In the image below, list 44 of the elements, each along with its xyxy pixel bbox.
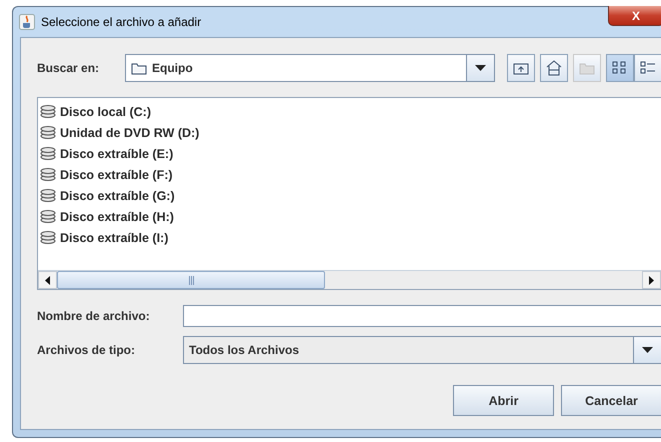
file-list-item[interactable]: Disco extraíble (G:) [60, 188, 175, 202]
list-button[interactable] [606, 54, 634, 82]
file-name-label: Nombre de archivo: [37, 309, 151, 323]
horizontal-scrollbar[interactable] [38, 270, 661, 289]
folder-icon [131, 62, 147, 74]
file-list-item[interactable]: Disco extraíble (H:) [60, 210, 174, 224]
home-icon [546, 60, 562, 76]
close-button[interactable]: X [608, 6, 661, 26]
file-list-item[interactable]: Disco extraíble (F:) [60, 168, 173, 182]
drive-icon [40, 126, 56, 139]
drive-icon [40, 105, 56, 118]
dropdown-value: Todos los Archivos [189, 343, 300, 357]
grip-icon [188, 276, 194, 284]
home-button[interactable] [540, 54, 568, 82]
drive-icon [40, 210, 56, 223]
file-list-item[interactable]: Disco local (C:) [60, 104, 151, 118]
caret-icon [642, 347, 653, 353]
scroll-thumb[interactable] [57, 271, 325, 289]
cancel-button[interactable]: Cancelar [561, 385, 661, 416]
dropdown-value: Equipo [152, 61, 193, 75]
drive-icon [40, 189, 56, 202]
up-button[interactable] [507, 54, 535, 82]
file-list-item[interactable]: Disco extraíble (E:) [60, 146, 174, 160]
window-title: Seleccione el archivo a añadir [41, 15, 202, 29]
drive-icon [40, 231, 56, 244]
file-type-label: Archivos de tipo: [37, 343, 136, 357]
look-in-dropdown[interactable]: Equipo [125, 54, 495, 82]
scroll-left-icon [45, 276, 50, 284]
drive-icon [40, 168, 56, 181]
details-view-icon [640, 61, 656, 75]
caret-icon [475, 65, 486, 71]
folder-icon [579, 62, 595, 74]
list-view-icon [612, 61, 628, 75]
file-type-dropdown[interactable]: Todos los Archivos [183, 336, 661, 364]
scroll-right-icon [649, 276, 654, 284]
file-list-item[interactable]: Disco extraíble (I:) [60, 230, 168, 244]
details-button[interactable] [634, 54, 661, 82]
look-in-label: Buscar en: [37, 61, 100, 75]
file-list-item[interactable]: Unidad de DVD RW (D:) [60, 126, 200, 140]
drive-icon [40, 147, 56, 160]
open-button[interactable]: Abrir [453, 385, 554, 416]
java-cup-icon [19, 14, 35, 30]
up-folder-icon [513, 61, 529, 75]
file-name-field[interactable] [183, 305, 661, 327]
